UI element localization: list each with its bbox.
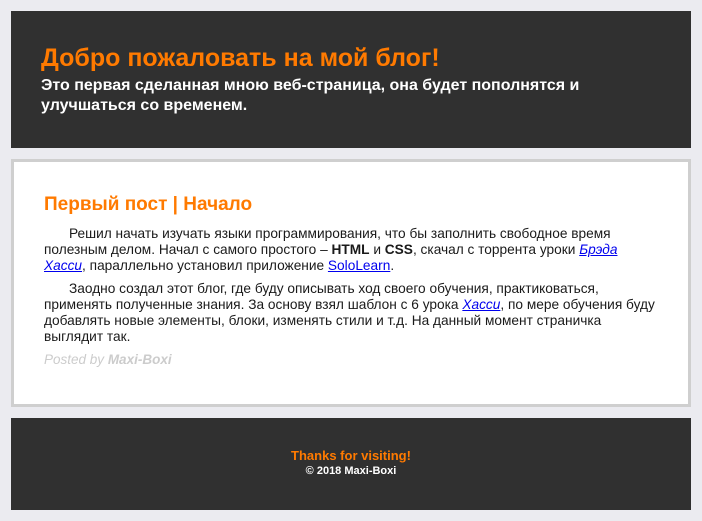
text: и (369, 242, 385, 257)
sololearn-link[interactable]: SoloLearn (328, 258, 390, 273)
post-paragraph-2: Заодно создал этот блог, где буду описыв… (44, 281, 658, 345)
site-header: Добро пожаловать на мой блог! Это первая… (11, 11, 691, 148)
site-title: Добро пожаловать на мой блог! (41, 44, 440, 72)
text: , скачал с торрента уроки (412, 242, 580, 257)
page: Добро пожаловать на мой блог! Это первая… (0, 0, 702, 521)
blog-post: Первый пост | Начало Решил начать изучат… (11, 159, 691, 407)
footer-copyright: © 2018 Maxi-Boxi (305, 465, 397, 477)
html-keyword: HTML (331, 242, 370, 257)
post-meta: Posted by Maxi-Boxi (44, 352, 658, 367)
site-subtitle: Это первая сделанная мною веб-страница, … (41, 77, 580, 114)
site-footer: Thanks for visiting! © 2018 Maxi-Boxi (11, 418, 691, 510)
css-keyword: CSS (384, 242, 413, 257)
text: . (390, 258, 395, 273)
footer-thanks: Thanks for visiting! (291, 448, 411, 463)
post-paragraph-1: Решил начать изучать языки программирова… (44, 226, 658, 274)
post-title: Первый пост | Начало (44, 194, 253, 215)
posted-by-label: Posted by (44, 352, 105, 367)
text: , параллельно установил приложение (82, 258, 328, 273)
post-author: Maxi-Boxi (107, 352, 172, 367)
hussey-link[interactable]: Хасси (462, 297, 500, 312)
